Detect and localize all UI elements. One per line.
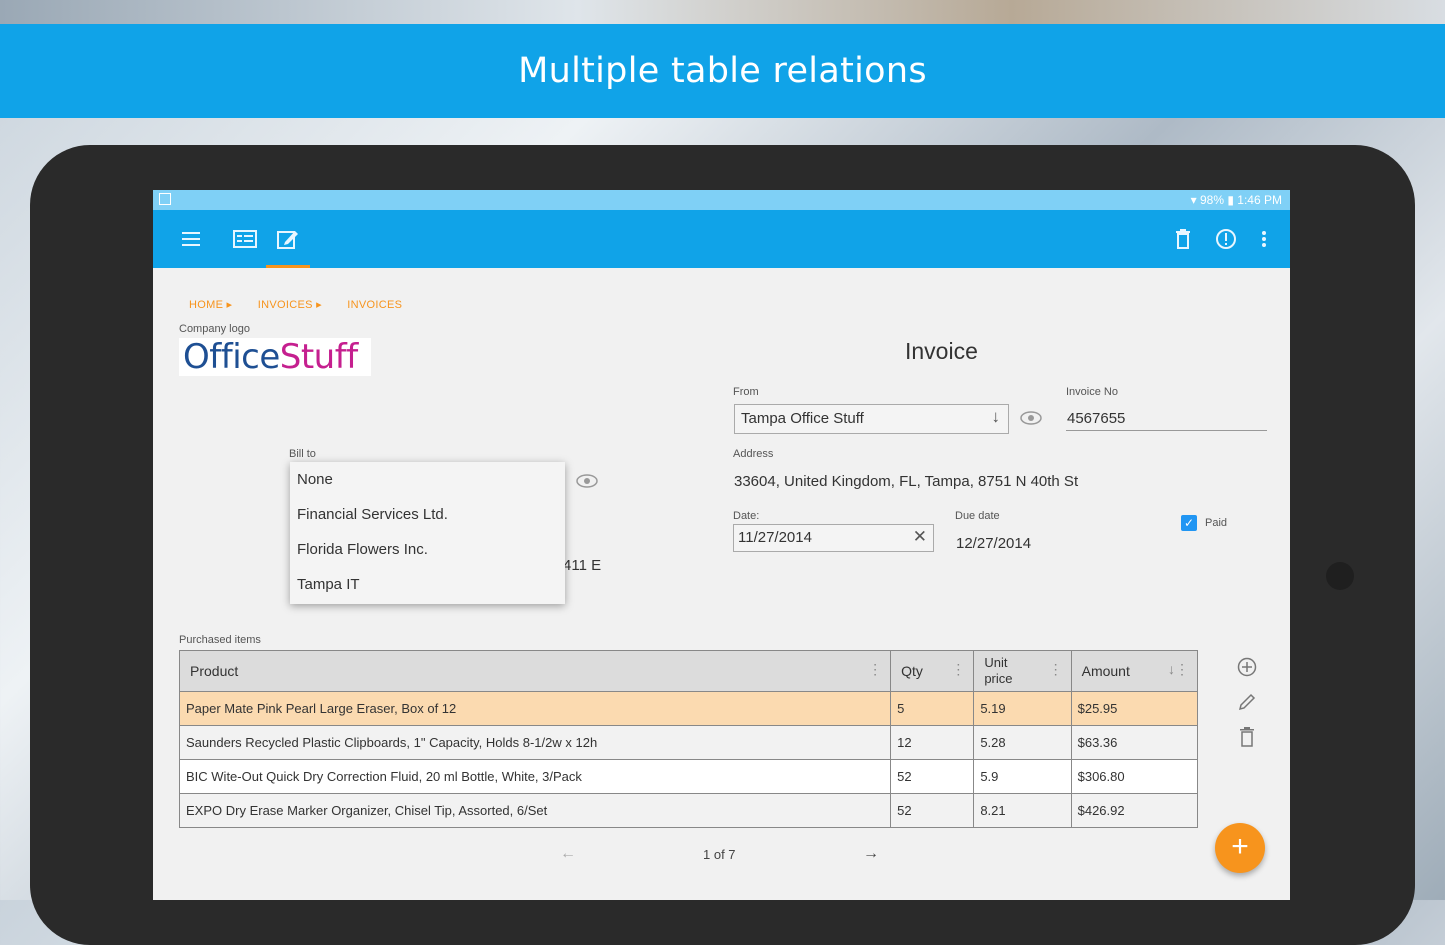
menu-icon[interactable]	[174, 221, 210, 257]
cell-unit-price: 5.19	[973, 691, 1072, 726]
breadcrumb-invoices[interactable]: INVOICES ▸	[258, 299, 322, 311]
pager-next-button[interactable]: →	[863, 845, 879, 863]
wifi-icon: ▾	[1190, 193, 1200, 207]
add-row-icon[interactable]	[1235, 655, 1259, 679]
cell-amount: $63.36	[1070, 725, 1199, 760]
cell-unit-price: 8.21	[973, 793, 1072, 828]
sort-descending-icon[interactable]: ↓⋮	[1168, 661, 1189, 678]
logo-text-stuff: Stuff	[279, 337, 358, 377]
company-logo-label: Company logo	[179, 323, 250, 335]
date-value: 11/27/2014	[738, 529, 812, 546]
dropdown-option[interactable]: Florida Flowers Inc.	[290, 532, 565, 567]
cell-qty: 52	[890, 793, 975, 828]
bill-to-dropdown: None Financial Services Ltd. Florida Flo…	[290, 462, 565, 604]
company-logo[interactable]: OfficeStuff	[179, 338, 371, 376]
table-row[interactable]: BIC Wite-Out Quick Dry Correction Fluid,…	[178, 759, 1199, 794]
cell-amount: $25.95	[1070, 691, 1199, 726]
column-header-qty[interactable]: Qty ⋮	[890, 650, 975, 692]
pager-status: 1 of 7	[703, 847, 736, 862]
dropdown-option[interactable]: Tampa IT	[290, 567, 565, 602]
clock: 1:46 PM	[1237, 193, 1282, 207]
column-header-amount[interactable]: Amount ↓⋮	[1070, 650, 1199, 692]
date-label: Date:	[733, 510, 760, 522]
notification-icon	[159, 193, 171, 205]
cell-product: Saunders Recycled Plastic Clipboards, 1"…	[178, 725, 892, 760]
cell-product: BIC Wite-Out Quick Dry Correction Fluid,…	[178, 759, 892, 794]
battery-level: 98%	[1199, 193, 1225, 207]
paid-checkbox[interactable]: ✓	[1181, 515, 1197, 531]
due-date-label: Due date	[955, 510, 1000, 522]
breadcrumb: HOME ▸ INVOICES ▸ INVOICES	[189, 298, 424, 311]
column-menu-icon[interactable]: ⋮	[868, 661, 882, 678]
column-menu-icon[interactable]: ⋮	[951, 661, 965, 678]
pager-prev-button[interactable]: ←	[560, 845, 576, 863]
delete-icon[interactable]	[1165, 221, 1201, 257]
invoice-no-label: Invoice No	[1066, 386, 1118, 398]
breadcrumb-current[interactable]: INVOICES	[347, 299, 402, 311]
breadcrumb-home[interactable]: HOME ▸	[189, 299, 232, 311]
background-photo	[0, 0, 1445, 24]
dropdown-option[interactable]: Financial Services Ltd.	[290, 497, 565, 532]
cell-amount: $306.80	[1070, 759, 1199, 794]
battery-icon: ▮	[1227, 193, 1238, 207]
invoice-no-field[interactable]: 4567655	[1067, 410, 1125, 427]
logo-text-office: Office	[183, 337, 280, 377]
due-date-value: 12/27/2014	[956, 535, 1032, 552]
cell-qty: 5	[890, 691, 975, 726]
info-icon[interactable]	[1208, 221, 1244, 257]
from-label: From	[733, 386, 759, 398]
from-view-icon[interactable]	[1019, 410, 1043, 431]
cell-product: Paper Mate Pink Pearl Large Eraser, Box …	[178, 691, 892, 726]
arrow-down-icon: ↓	[991, 407, 1001, 426]
cell-product: EXPO Dry Erase Marker Organizer, Chisel …	[178, 793, 892, 828]
cell-qty: 52	[890, 759, 975, 794]
clear-icon[interactable]: ✕	[913, 527, 927, 547]
active-tab-indicator	[266, 265, 310, 268]
column-header-unit-price[interactable]: Unit price ⋮	[973, 650, 1072, 692]
add-fab-button[interactable]: +	[1215, 823, 1265, 873]
from-value: Tampa Office Stuff	[741, 410, 864, 427]
paid-label: Paid	[1205, 517, 1228, 529]
column-menu-icon[interactable]: ⋮	[1049, 661, 1063, 677]
tablet-home-button	[1326, 562, 1354, 590]
banner-title: Multiple table relations	[0, 24, 1445, 118]
plus-icon: +	[1231, 830, 1249, 863]
from-select[interactable]: Tampa Office Stuff ↓	[734, 404, 1009, 434]
cell-qty: 12	[890, 725, 975, 760]
app-screen: ▾ 98% ▮ 1:46 PM HOME ▸ INVOICES ▸ INVOIC…	[153, 190, 1290, 900]
app-bar	[153, 210, 1290, 268]
edit-row-icon[interactable]	[1235, 690, 1259, 714]
address-value: 33604, United Kingdom, FL, Tampa, 8751 N…	[734, 473, 1079, 490]
cell-unit-price: 5.9	[973, 759, 1072, 794]
cell-unit-price: 5.28	[973, 725, 1072, 760]
dropdown-option[interactable]: None	[290, 462, 565, 497]
purchased-items-label: Purchased items	[179, 634, 261, 646]
invoice-no-underline	[1066, 430, 1267, 431]
page-title: Invoice	[905, 338, 978, 364]
purchased-items-table: Product ⋮ Qty ⋮ Unit price ⋮ Amount ↓⋮ Paper…	[178, 650, 1199, 828]
cell-amount: $426.92	[1070, 793, 1199, 828]
bill-to-label: Bill to	[289, 448, 316, 460]
date-field[interactable]: 11/27/2014 ✕	[733, 524, 934, 552]
table-row[interactable]: Saunders Recycled Plastic Clipboards, 1"…	[178, 725, 1199, 760]
bill-to-view-icon[interactable]	[575, 473, 599, 494]
edit-icon[interactable]	[270, 221, 306, 257]
list-view-icon[interactable]	[227, 221, 263, 257]
table-row[interactable]: EXPO Dry Erase Marker Organizer, Chisel …	[178, 793, 1199, 828]
status-bar: ▾ 98% ▮ 1:46 PM	[153, 190, 1290, 210]
address-label: Address	[733, 448, 774, 460]
bill-to-address: 411 E	[563, 557, 602, 574]
delete-row-icon[interactable]	[1235, 725, 1259, 749]
column-header-product[interactable]: Product ⋮	[178, 650, 892, 692]
more-vert-icon[interactable]	[1246, 221, 1282, 257]
table-row[interactable]: Paper Mate Pink Pearl Large Eraser, Box …	[178, 691, 1199, 726]
